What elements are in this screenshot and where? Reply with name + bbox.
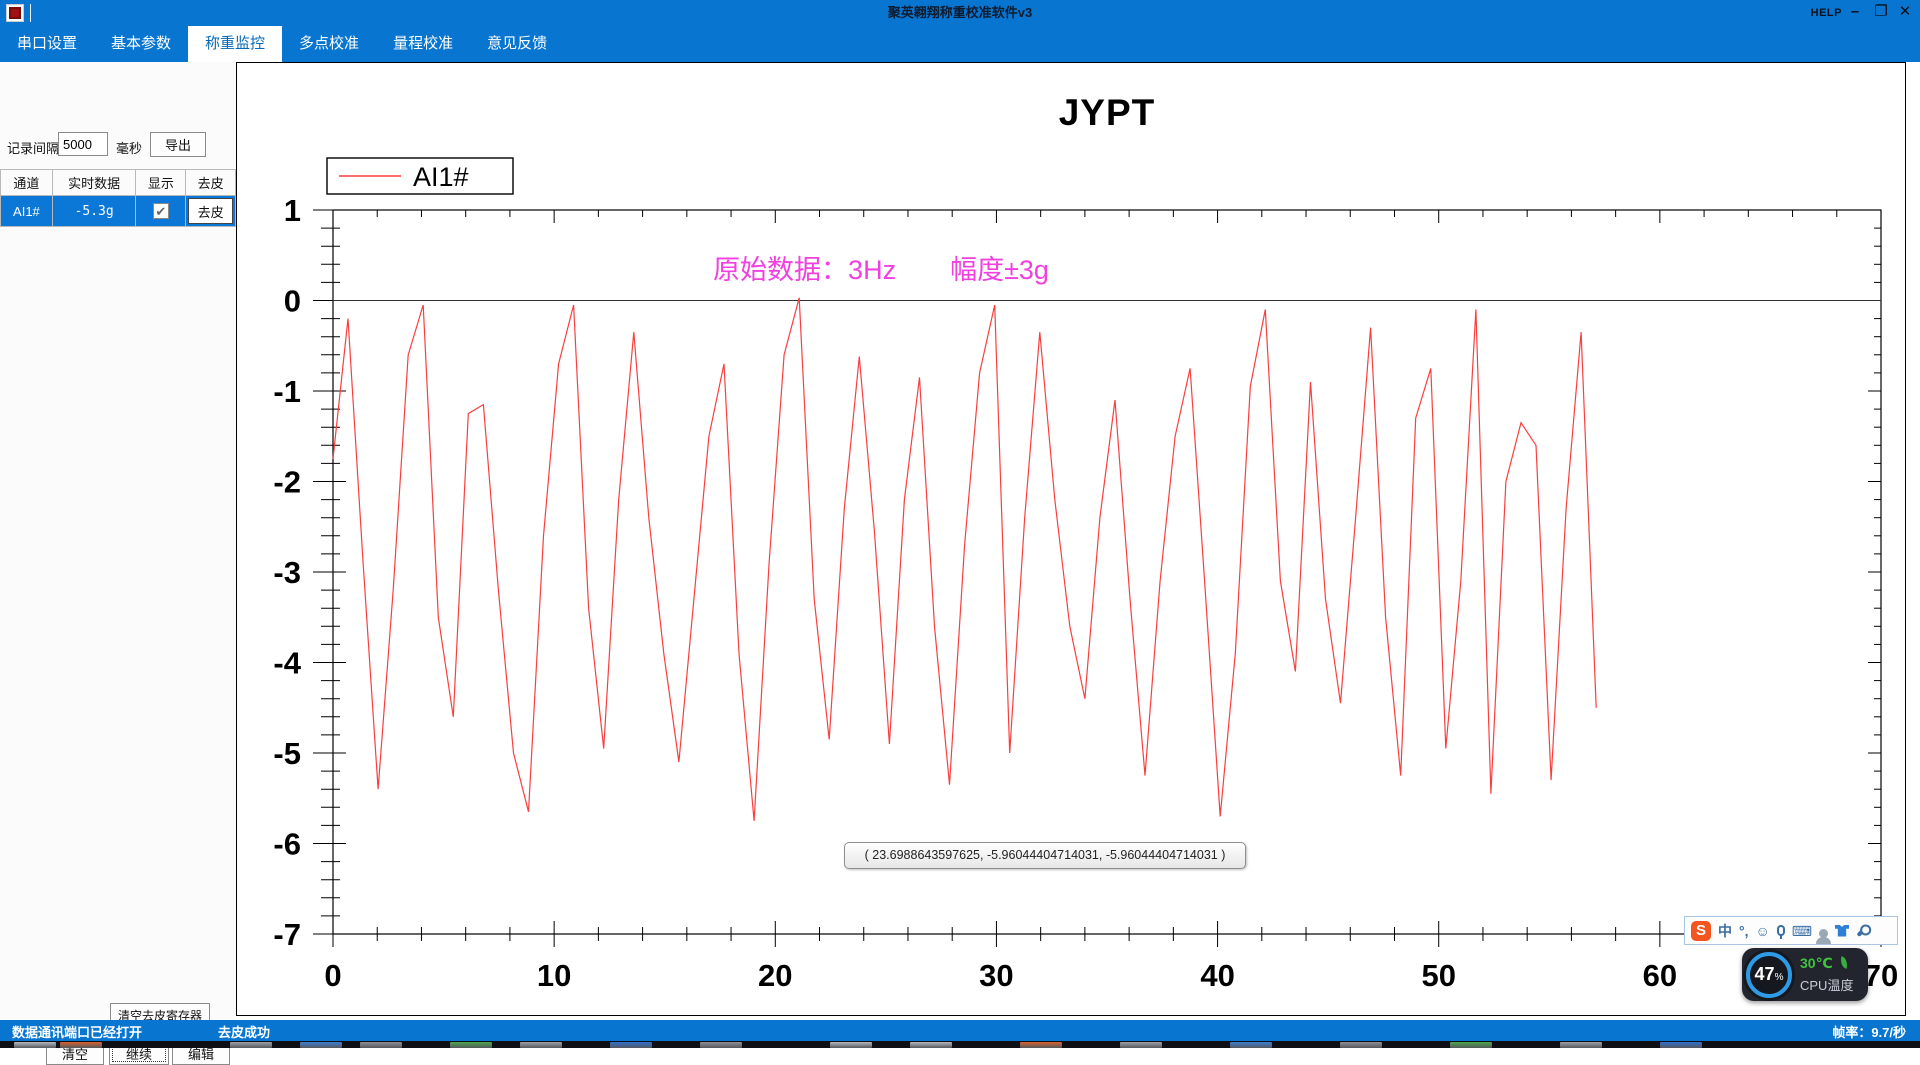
taskbar-icon[interactable] <box>300 1042 342 1048</box>
chart-panel[interactable]: 01020304050607010-1-2-3-4-5-6-7JYPT原始数据：… <box>236 62 1906 1016</box>
taskbar-icon[interactable] <box>610 1042 652 1048</box>
taskbar-icon[interactable] <box>700 1042 742 1048</box>
restore-icon[interactable]: ❐ <box>1868 0 1894 26</box>
record-interval-input[interactable] <box>58 132 108 156</box>
tare-cell: 去皮 <box>186 196 236 227</box>
status-port-message: 数据通讯端口已经打开 <box>12 1022 142 1041</box>
legend-label: AI1# <box>413 162 469 192</box>
taskbar-icon[interactable] <box>910 1042 952 1048</box>
taskbar-icon[interactable] <box>60 1042 102 1048</box>
taskbar-icon[interactable] <box>1660 1042 1702 1048</box>
window-title: 聚英翱翔称重校准软件v3 <box>0 0 1920 26</box>
status-bar: 数据通讯端口已经打开 去皮成功 帧率：9.7/秒 <box>0 1020 1920 1041</box>
help-button[interactable]: HELP <box>1811 0 1842 26</box>
crosshair-tooltip: ( 23.6988643597625, -5.96044404714031, -… <box>844 842 1246 869</box>
windows-taskbar[interactable] <box>0 1041 1920 1048</box>
realtime-value-cell: -5.3g <box>52 196 136 227</box>
chinese-mode-icon[interactable]: 中 <box>1718 921 1732 941</box>
taskbar-icon[interactable] <box>1340 1042 1382 1048</box>
taskbar-icon[interactable] <box>230 1042 272 1048</box>
x-tick-label: 0 <box>324 958 341 993</box>
tab-5[interactable]: 量程校准 <box>376 26 470 62</box>
taskbar-icon[interactable] <box>520 1042 562 1048</box>
cpu-percent-unit: % <box>1775 972 1784 983</box>
y-tick-label: -3 <box>273 555 301 590</box>
tab-bar: 串口设置基本参数称重监控多点校准量程校准意见反馈 <box>0 26 1920 62</box>
x-tick-label: 10 <box>537 958 571 993</box>
emoji-icon[interactable]: ☺ <box>1756 921 1770 941</box>
status-tare-message: 去皮成功 <box>218 1022 270 1041</box>
y-tick-label: -4 <box>273 646 301 681</box>
table-row[interactable]: AI1# -5.3g ✔ 去皮 <box>1 196 236 227</box>
tab-3[interactable]: 称重监控 <box>188 26 282 62</box>
user-icon[interactable] <box>1819 929 1828 938</box>
minimize-icon[interactable]: – <box>1842 0 1868 26</box>
chart-annotation: 原始数据：3Hz 幅度±3g <box>713 255 1049 285</box>
x-tick-label: 30 <box>979 958 1013 993</box>
sogou-logo-icon[interactable]: S <box>1691 921 1711 941</box>
taskbar-icon[interactable] <box>360 1042 402 1048</box>
ime-toolbar[interactable]: S 中 °, ☺ ⌨ <box>1684 916 1898 945</box>
taskbar-icon[interactable] <box>14 1042 56 1048</box>
taskbar-icon[interactable] <box>1120 1042 1162 1048</box>
show-checkbox[interactable]: ✔ <box>153 203 169 219</box>
microphone-icon[interactable] <box>1777 925 1785 936</box>
skin-shirt-icon[interactable] <box>1835 925 1849 937</box>
title-bar: 聚英翱翔称重校准软件v3 HELP – ❐ ✕ <box>0 0 1920 26</box>
settings-wrench-icon[interactable] <box>1857 924 1869 936</box>
tab-2[interactable]: 基本参数 <box>94 26 188 62</box>
taskbar-icon[interactable] <box>1560 1042 1602 1048</box>
header-tare: 去皮 <box>186 170 236 196</box>
tab-4[interactable]: 多点校准 <box>282 26 376 62</box>
cpu-temp-label: CPU温度 <box>1800 975 1853 994</box>
cpu-temperature: 30℃ <box>1800 955 1833 971</box>
export-button[interactable]: 导出 <box>150 132 206 157</box>
y-tick-label: -2 <box>273 465 301 500</box>
side-panel: 记录间隔 毫秒 导出 通道 实时数据 显示 去皮 AI1# -5.3g ✔ 去皮… <box>0 62 236 1020</box>
y-tick-label: 1 <box>284 193 301 228</box>
y-tick-label: -6 <box>273 827 301 862</box>
header-realtime-data: 实时数据 <box>52 170 136 196</box>
close-icon[interactable]: ✕ <box>1892 0 1918 26</box>
tab-1[interactable]: 串口设置 <box>0 26 94 62</box>
record-interval-unit: 毫秒 <box>116 138 142 157</box>
tab-6[interactable]: 意见反馈 <box>470 26 564 62</box>
y-tick-label: -5 <box>273 736 301 771</box>
cpu-monitor-widget[interactable]: 47 % 30℃ CPU温度 <box>1742 948 1868 1001</box>
channel-cell: AI1# <box>1 196 53 227</box>
line-chart: 01020304050607010-1-2-3-4-5-6-7JYPT原始数据：… <box>237 63 1905 1015</box>
cpu-usage-ring: 47 % <box>1746 952 1792 998</box>
x-tick-label: 60 <box>1643 958 1677 993</box>
plot-frame <box>333 210 1881 934</box>
header-show: 显示 <box>136 170 186 196</box>
taskbar-icon[interactable] <box>1450 1042 1492 1048</box>
tare-button[interactable]: 去皮 <box>188 198 233 224</box>
taskbar-icon[interactable] <box>450 1042 492 1048</box>
show-cell: ✔ <box>136 196 186 227</box>
x-tick-label: 20 <box>758 958 792 993</box>
cpu-percent: 47 <box>1755 964 1775 985</box>
y-tick-label: -1 <box>273 374 301 409</box>
x-tick-label: 50 <box>1421 958 1455 993</box>
table-header-row: 通道 实时数据 显示 去皮 <box>1 170 236 196</box>
header-channel: 通道 <box>1 170 53 196</box>
x-tick-label: 70 <box>1864 958 1898 993</box>
x-tick-label: 40 <box>1200 958 1234 993</box>
status-frame-rate: 帧率：9.7/秒 <box>1832 1022 1906 1041</box>
punctuation-icon[interactable]: °, <box>1739 921 1749 941</box>
taskbar-icon[interactable] <box>830 1042 872 1048</box>
keyboard-icon[interactable]: ⌨ <box>1792 921 1812 941</box>
chart-title: JYPT <box>1059 92 1156 133</box>
channel-table: 通道 实时数据 显示 去皮 AI1# -5.3g ✔ 去皮 <box>0 169 236 227</box>
taskbar-icon[interactable] <box>1020 1042 1062 1048</box>
taskbar-icon[interactable] <box>1230 1042 1272 1048</box>
leaf-icon <box>1839 956 1850 969</box>
y-tick-label: -7 <box>273 917 301 952</box>
series-line <box>333 298 1596 821</box>
y-tick-label: 0 <box>284 284 301 319</box>
record-interval-label: 记录间隔 <box>7 138 59 157</box>
